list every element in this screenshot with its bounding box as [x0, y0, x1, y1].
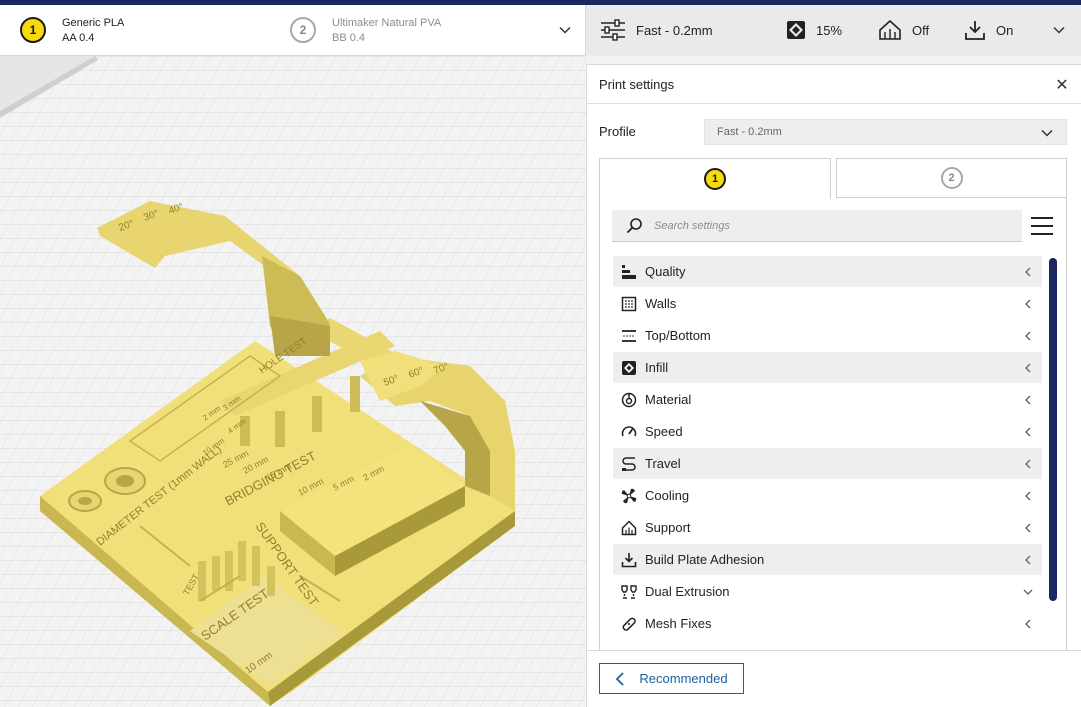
- settings-category-list: Quality Walls Top/Bottom Infill Material Spee…: [613, 256, 1042, 640]
- chevron-left-icon: [1025, 491, 1031, 501]
- settings-category-quality[interactable]: Quality: [613, 256, 1042, 288]
- recommended-button[interactable]: Recommended: [599, 663, 744, 694]
- infill-summary[interactable]: 15%: [786, 18, 842, 42]
- settings-category-label: Support: [645, 520, 691, 535]
- extruder-1-material: Generic PLA: [62, 16, 125, 29]
- infill-icon: [621, 360, 637, 376]
- settings-category-label: Speed: [645, 424, 683, 439]
- extruder-2-material: Ultimaker Natural PVA: [332, 16, 442, 29]
- search-icon: [626, 217, 642, 233]
- settings-category-label: Infill: [645, 360, 669, 375]
- settings-category-label: Mesh Fixes: [645, 616, 712, 631]
- chevron-left-icon: [1025, 523, 1031, 533]
- chevron-down-icon: [1041, 129, 1053, 137]
- divider: [587, 650, 1081, 651]
- settings-category-infill[interactable]: Infill: [613, 352, 1042, 384]
- chevron-left-icon: [1025, 619, 1031, 629]
- chevron-left-icon: [1025, 555, 1031, 565]
- settings-category-cooling[interactable]: Cooling: [613, 480, 1042, 512]
- settings-category-dual-extrusion[interactable]: Dual Extrusion: [613, 576, 1042, 608]
- support-icon: [879, 19, 901, 40]
- search-input[interactable]: [654, 219, 994, 232]
- extruder-1-selector[interactable]: 1 Generic PLA AA 0.4: [20, 5, 124, 55]
- adhesion-summary-value: On: [996, 22, 1014, 38]
- extruder-1-badge: 1: [704, 168, 726, 190]
- 3d-viewport[interactable]: BRIDGING TEST SUPPORT TEST SCALE TEST 10…: [0, 56, 586, 707]
- divider: [587, 103, 1081, 104]
- sliders-icon: [601, 19, 625, 41]
- chevron-down-icon[interactable]: [1052, 23, 1066, 37]
- speed-icon: [621, 424, 637, 440]
- settings-category-label: Cooling: [645, 488, 690, 503]
- settings-category-material[interactable]: Material: [613, 384, 1042, 416]
- close-icon[interactable]: ✕: [1054, 77, 1070, 94]
- adhesion-summary[interactable]: On: [964, 18, 1013, 42]
- settings-visibility-menu-icon[interactable]: [1031, 215, 1053, 237]
- extruder-2-nozzle: BB 0.4: [332, 31, 366, 44]
- travel-icon: [621, 456, 637, 472]
- quality-icon: [621, 264, 637, 280]
- print-settings-panel: Print settings ✕ Profile Fast - 0.2mm 1 …: [586, 64, 1081, 707]
- settings-category-travel[interactable]: Travel: [613, 448, 1042, 480]
- print-setup-selector[interactable]: Fast - 0.2mm 15% Off On: [586, 5, 1081, 56]
- dual-extrusion-icon: [621, 584, 637, 600]
- top-bottom-icon: [621, 328, 637, 344]
- material-icon: [621, 392, 637, 408]
- settings-category-label: Build Plate Adhesion: [645, 552, 765, 567]
- infill-summary-value: 15%: [816, 22, 843, 38]
- walls-icon: [621, 296, 637, 312]
- settings-category-walls[interactable]: Walls: [613, 288, 1042, 320]
- settings-category-label: Material: [645, 392, 692, 407]
- panel-title: Print settings: [599, 77, 675, 92]
- cooling-icon: [621, 488, 637, 504]
- settings-category-label: Quality: [645, 264, 686, 279]
- chevron-left-icon: [616, 671, 625, 686]
- profile-dropdown-value: Fast - 0.2mm: [717, 126, 782, 138]
- mesh-fixes-icon: [621, 616, 637, 632]
- recommended-label: Recommended: [639, 671, 728, 686]
- chevron-down-icon: [1023, 589, 1033, 595]
- adhesion-icon: [621, 552, 637, 568]
- extruder-1-badge: 1: [20, 17, 46, 43]
- profile-dropdown[interactable]: Fast - 0.2mm: [704, 119, 1067, 145]
- settings-category-label: Top/Bottom: [645, 328, 711, 343]
- chevron-left-icon: [1025, 267, 1031, 277]
- settings-category-speed[interactable]: Speed: [613, 416, 1042, 448]
- profile-summary-label: Fast - 0.2mm: [636, 22, 713, 38]
- chevron-left-icon: [1025, 427, 1031, 437]
- settings-category-top-bottom[interactable]: Top/Bottom: [613, 320, 1042, 352]
- chevron-left-icon: [1025, 363, 1031, 373]
- settings-category-build-plate-adhesion[interactable]: Build Plate Adhesion: [613, 544, 1042, 576]
- scrollbar[interactable]: [1049, 258, 1057, 601]
- adhesion-icon: [965, 21, 985, 40]
- settings-category-support[interactable]: Support: [613, 512, 1042, 544]
- build-plate-view[interactable]: BRIDGING TEST SUPPORT TEST SCALE TEST 10…: [0, 56, 586, 707]
- settings-category-label: Travel: [645, 456, 681, 471]
- header-bar: 1 Generic PLA AA 0.4 2 Ultimaker Natural…: [0, 5, 1081, 56]
- extruder-1-nozzle: AA 0.4: [62, 31, 95, 44]
- support-icon: [621, 519, 637, 536]
- settings-category-mesh-fixes[interactable]: Mesh Fixes: [613, 608, 1042, 640]
- infill-icon: [787, 21, 805, 39]
- extruder-2-selector[interactable]: 2 Ultimaker Natural PVA BB 0.4: [290, 5, 441, 55]
- extruder-2-badge: 2: [290, 17, 316, 43]
- extruder-2-badge: 2: [940, 167, 963, 189]
- support-summary[interactable]: Off: [878, 18, 929, 42]
- chevron-down-icon[interactable]: [558, 23, 572, 37]
- chevron-left-icon: [1025, 299, 1031, 309]
- chevron-left-icon: [1025, 331, 1031, 341]
- chevron-left-icon: [1025, 459, 1031, 469]
- support-summary-value: Off: [912, 22, 930, 38]
- tab-extruder-2[interactable]: 2: [836, 158, 1067, 198]
- search-settings[interactable]: [612, 210, 1022, 242]
- chevron-left-icon: [1025, 395, 1031, 405]
- profile-label: Profile: [599, 124, 636, 139]
- tab-extruder-1[interactable]: 1: [599, 158, 831, 199]
- settings-category-label: Dual Extrusion: [645, 584, 730, 599]
- profile-summary[interactable]: Fast - 0.2mm: [600, 18, 713, 42]
- settings-category-label: Walls: [645, 296, 677, 311]
